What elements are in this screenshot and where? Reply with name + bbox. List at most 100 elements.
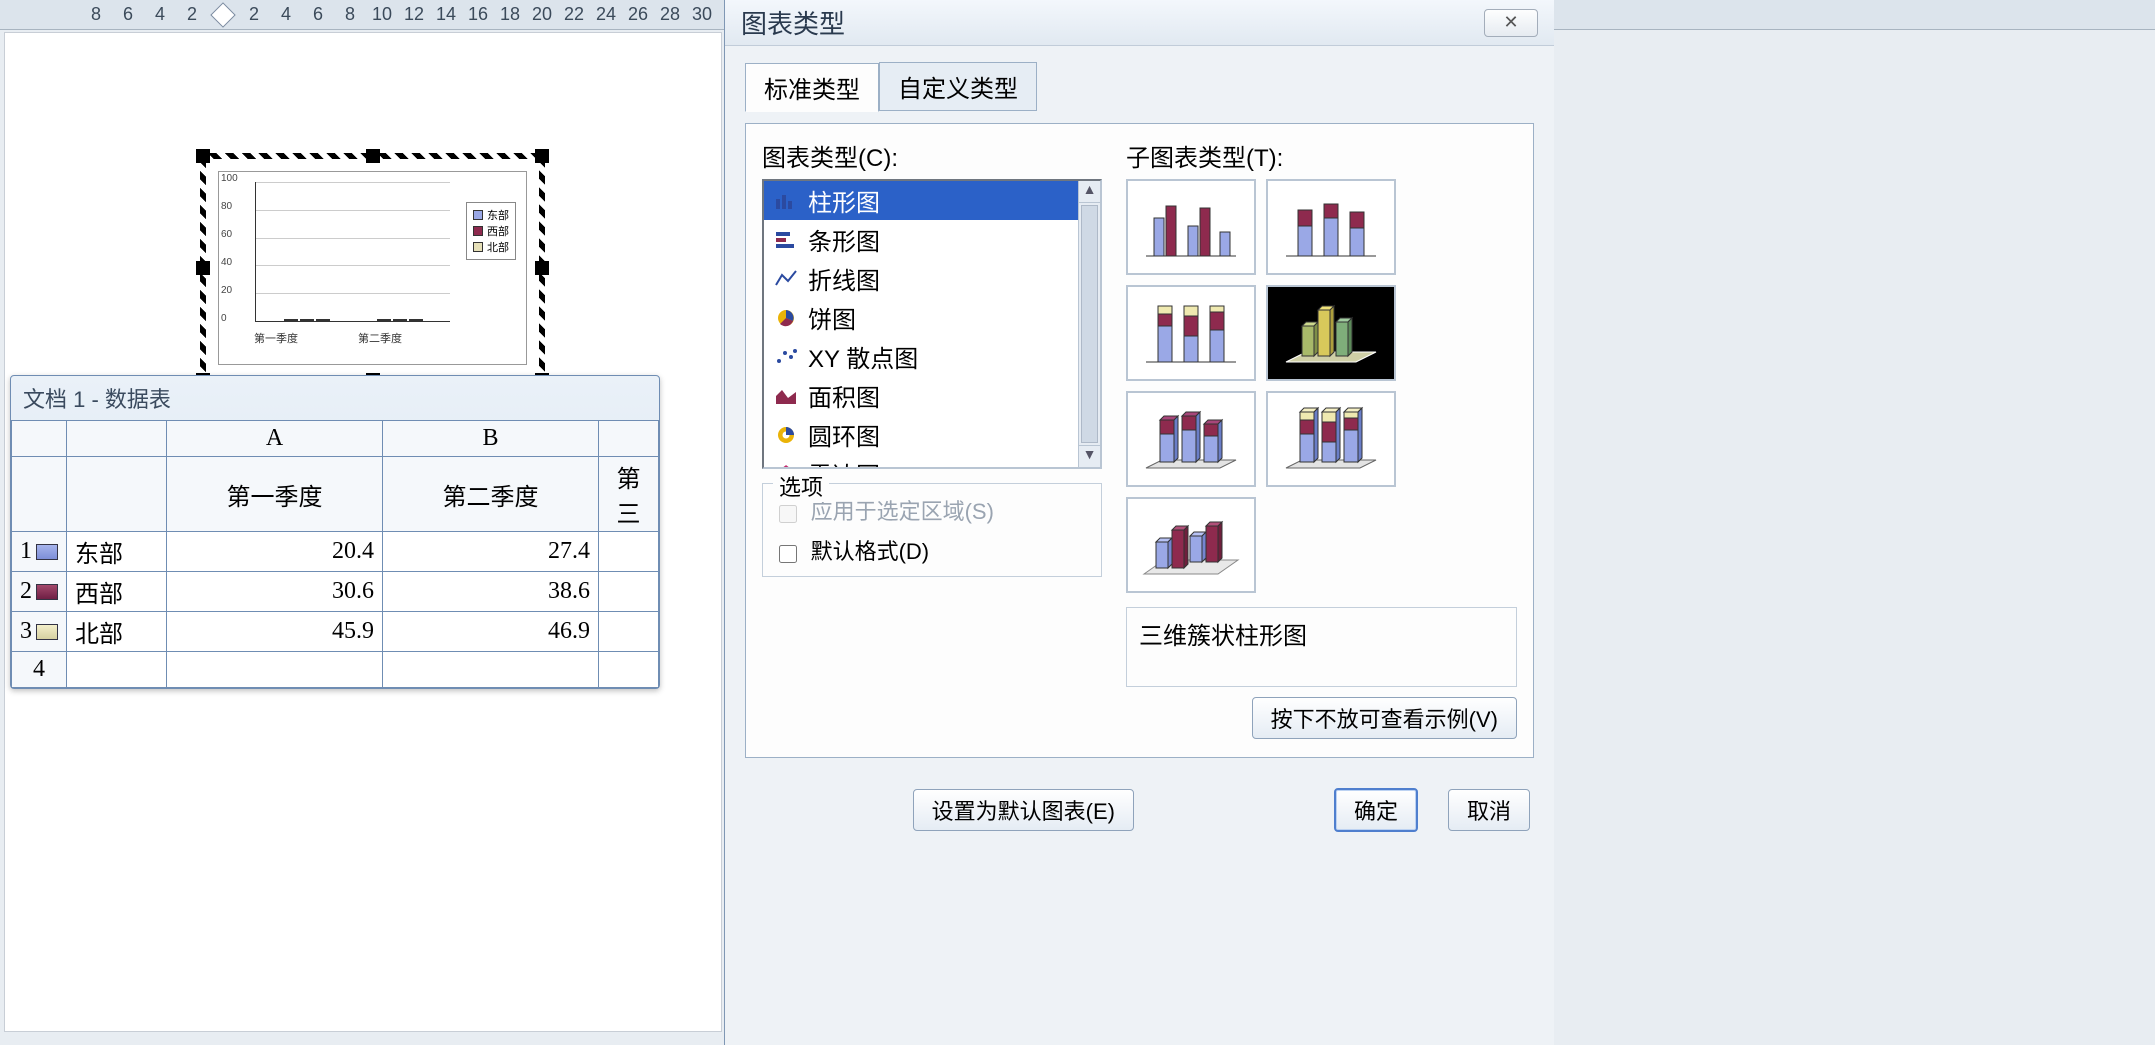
ruler-tick: 30: [686, 4, 718, 25]
subtype-option-4[interactable]: [1126, 391, 1256, 487]
row-number[interactable]: 4: [12, 652, 67, 688]
ok-button[interactable]: 确定: [1334, 788, 1418, 832]
dialog-tabstrip: 标准类型 自定义类型: [745, 62, 1534, 111]
ruler-tick: 18: [494, 4, 526, 25]
subtype-option-6[interactable]: [1126, 497, 1256, 593]
chart-bar: [393, 319, 407, 321]
row-label-cell[interactable]: 北部: [67, 612, 167, 652]
subtype-grid: [1126, 179, 1517, 593]
chart-type-icon: [774, 230, 798, 250]
series-color-icon: [36, 584, 58, 600]
chart-bar: [300, 319, 314, 321]
scroll-thumb[interactable]: [1081, 205, 1098, 443]
col-header[interactable]: 第三: [599, 457, 659, 532]
apply-to-selection-label: 应用于选定区域(S): [811, 499, 994, 524]
tab-standard-types[interactable]: 标准类型: [745, 63, 879, 112]
data-cell[interactable]: 38.6: [383, 572, 599, 612]
data-cell[interactable]: [599, 532, 659, 572]
scroll-down-icon[interactable]: ▼: [1079, 445, 1100, 467]
scroll-up-icon[interactable]: ▲: [1079, 181, 1100, 203]
ruler-tick: 12: [398, 4, 430, 25]
resize-handle[interactable]: [196, 149, 210, 163]
resize-handle[interactable]: [196, 261, 210, 275]
subtype-label: 子图表类型(T):: [1126, 138, 1517, 173]
chart-type-name: 饼图: [808, 300, 856, 335]
chart-type-item-0[interactable]: 柱形图: [764, 181, 1078, 220]
data-cell[interactable]: [599, 572, 659, 612]
data-cell[interactable]: 45.9: [167, 612, 383, 652]
chart-type-name: 柱形图: [808, 183, 880, 218]
ruler-indent-marker[interactable]: [210, 2, 235, 27]
col-header[interactable]: 第一季度: [167, 457, 383, 532]
ruler-tick: 28: [654, 4, 686, 25]
chart-y-ticks: 100 80 60 40 20 0: [221, 174, 238, 324]
dialog-title: 图表类型: [741, 4, 845, 41]
tab-custom-types[interactable]: 自定义类型: [879, 62, 1037, 111]
row-number[interactable]: 1: [12, 532, 67, 572]
set-default-chart-button[interactable]: 设置为默认图表(E): [913, 789, 1134, 831]
embedded-chart-object[interactable]: 100 80 60 40 20 0 东部 西部 北部 第一季度: [200, 153, 545, 383]
col-letter[interactable]: B: [383, 421, 599, 457]
row-number[interactable]: 2: [12, 572, 67, 612]
series-color-icon: [36, 624, 58, 640]
row-label-cell[interactable]: 西部: [67, 572, 167, 612]
chart-type-item-5[interactable]: 面积图: [764, 376, 1078, 415]
chart-bar: [284, 319, 298, 321]
chart-type-icon: [774, 425, 798, 445]
chart-type-item-6[interactable]: 圆环图: [764, 415, 1078, 454]
data-cell[interactable]: [383, 652, 599, 688]
data-cell[interactable]: 27.4: [383, 532, 599, 572]
chart-type-item-4[interactable]: XY 散点图: [764, 337, 1078, 376]
chart-type-item-2[interactable]: 折线图: [764, 259, 1078, 298]
chart-axes: [255, 182, 450, 322]
chart-type-name: XY 散点图: [808, 339, 918, 374]
data-cell[interactable]: 30.6: [167, 572, 383, 612]
default-format-checkbox[interactable]: [779, 545, 797, 563]
row-label-cell[interactable]: 东部: [67, 532, 167, 572]
resize-handle[interactable]: [366, 149, 380, 163]
resize-handle[interactable]: [535, 149, 549, 163]
chart-legend[interactable]: 东部 西部 北部: [466, 202, 516, 260]
close-icon: ✕: [1503, 12, 1518, 33]
chart-type-name: 条形图: [808, 222, 880, 257]
chart-x-labels: 第一季度 第二季度: [254, 330, 402, 366]
data-cell[interactable]: [599, 612, 659, 652]
options-legend: 选项: [773, 470, 829, 502]
data-cell[interactable]: [167, 652, 383, 688]
press-hold-sample-button[interactable]: 按下不放可查看示例(V): [1252, 697, 1517, 739]
ruler-tick: 8: [80, 4, 112, 25]
col-letter[interactable]: A: [167, 421, 383, 457]
chart-bar: [316, 319, 330, 321]
subtype-option-0[interactable]: [1126, 179, 1256, 275]
chart-type-item-1[interactable]: 条形图: [764, 220, 1078, 259]
dialog-titlebar[interactable]: 图表类型 ✕: [725, 0, 1554, 46]
legend-item: 北部: [487, 239, 509, 255]
ruler-tick: 14: [430, 4, 462, 25]
data-cell[interactable]: 20.4: [167, 532, 383, 572]
chart-type-listbox[interactable]: 柱形图条形图折线图饼图XY 散点图面积图圆环图雷达图曲面图 ▲ ▼: [762, 179, 1102, 469]
subtype-option-5[interactable]: [1266, 391, 1396, 487]
chart-type-icon: [774, 191, 798, 211]
col-header[interactable]: 第二季度: [383, 457, 599, 532]
datasheet-window[interactable]: 文档 1 - 数据表 A B 第一季度 第二季度 第三 1 东部 20.4 27…: [10, 375, 660, 689]
listbox-scrollbar[interactable]: ▲ ▼: [1078, 181, 1100, 467]
row-number[interactable]: 3: [12, 612, 67, 652]
subtype-option-1[interactable]: [1266, 179, 1396, 275]
datasheet-table[interactable]: A B 第一季度 第二季度 第三 1 东部 20.4 27.4 2 西部 30.…: [11, 420, 659, 688]
data-cell[interactable]: 46.9: [383, 612, 599, 652]
dialog-close-button[interactable]: ✕: [1484, 9, 1538, 37]
subtype-option-2[interactable]: [1126, 285, 1256, 381]
options-group: 选项 应用于选定区域(S) 默认格式(D): [762, 483, 1102, 577]
subtype-option-3[interactable]: [1266, 285, 1396, 381]
chart-type-icon: [774, 386, 798, 406]
chart-type-item-7[interactable]: 雷达图: [764, 454, 1078, 467]
row-label-cell[interactable]: [67, 652, 167, 688]
resize-handle[interactable]: [535, 261, 549, 275]
series-color-icon: [36, 544, 58, 560]
chart-plot-area[interactable]: 100 80 60 40 20 0 东部 西部 北部 第一季度: [218, 171, 527, 365]
chart-type-item-3[interactable]: 饼图: [764, 298, 1078, 337]
data-cell[interactable]: [599, 652, 659, 688]
cancel-button[interactable]: 取消: [1448, 789, 1530, 831]
ruler-tick: 6: [112, 4, 144, 25]
ruler-tick: 2: [176, 4, 208, 25]
